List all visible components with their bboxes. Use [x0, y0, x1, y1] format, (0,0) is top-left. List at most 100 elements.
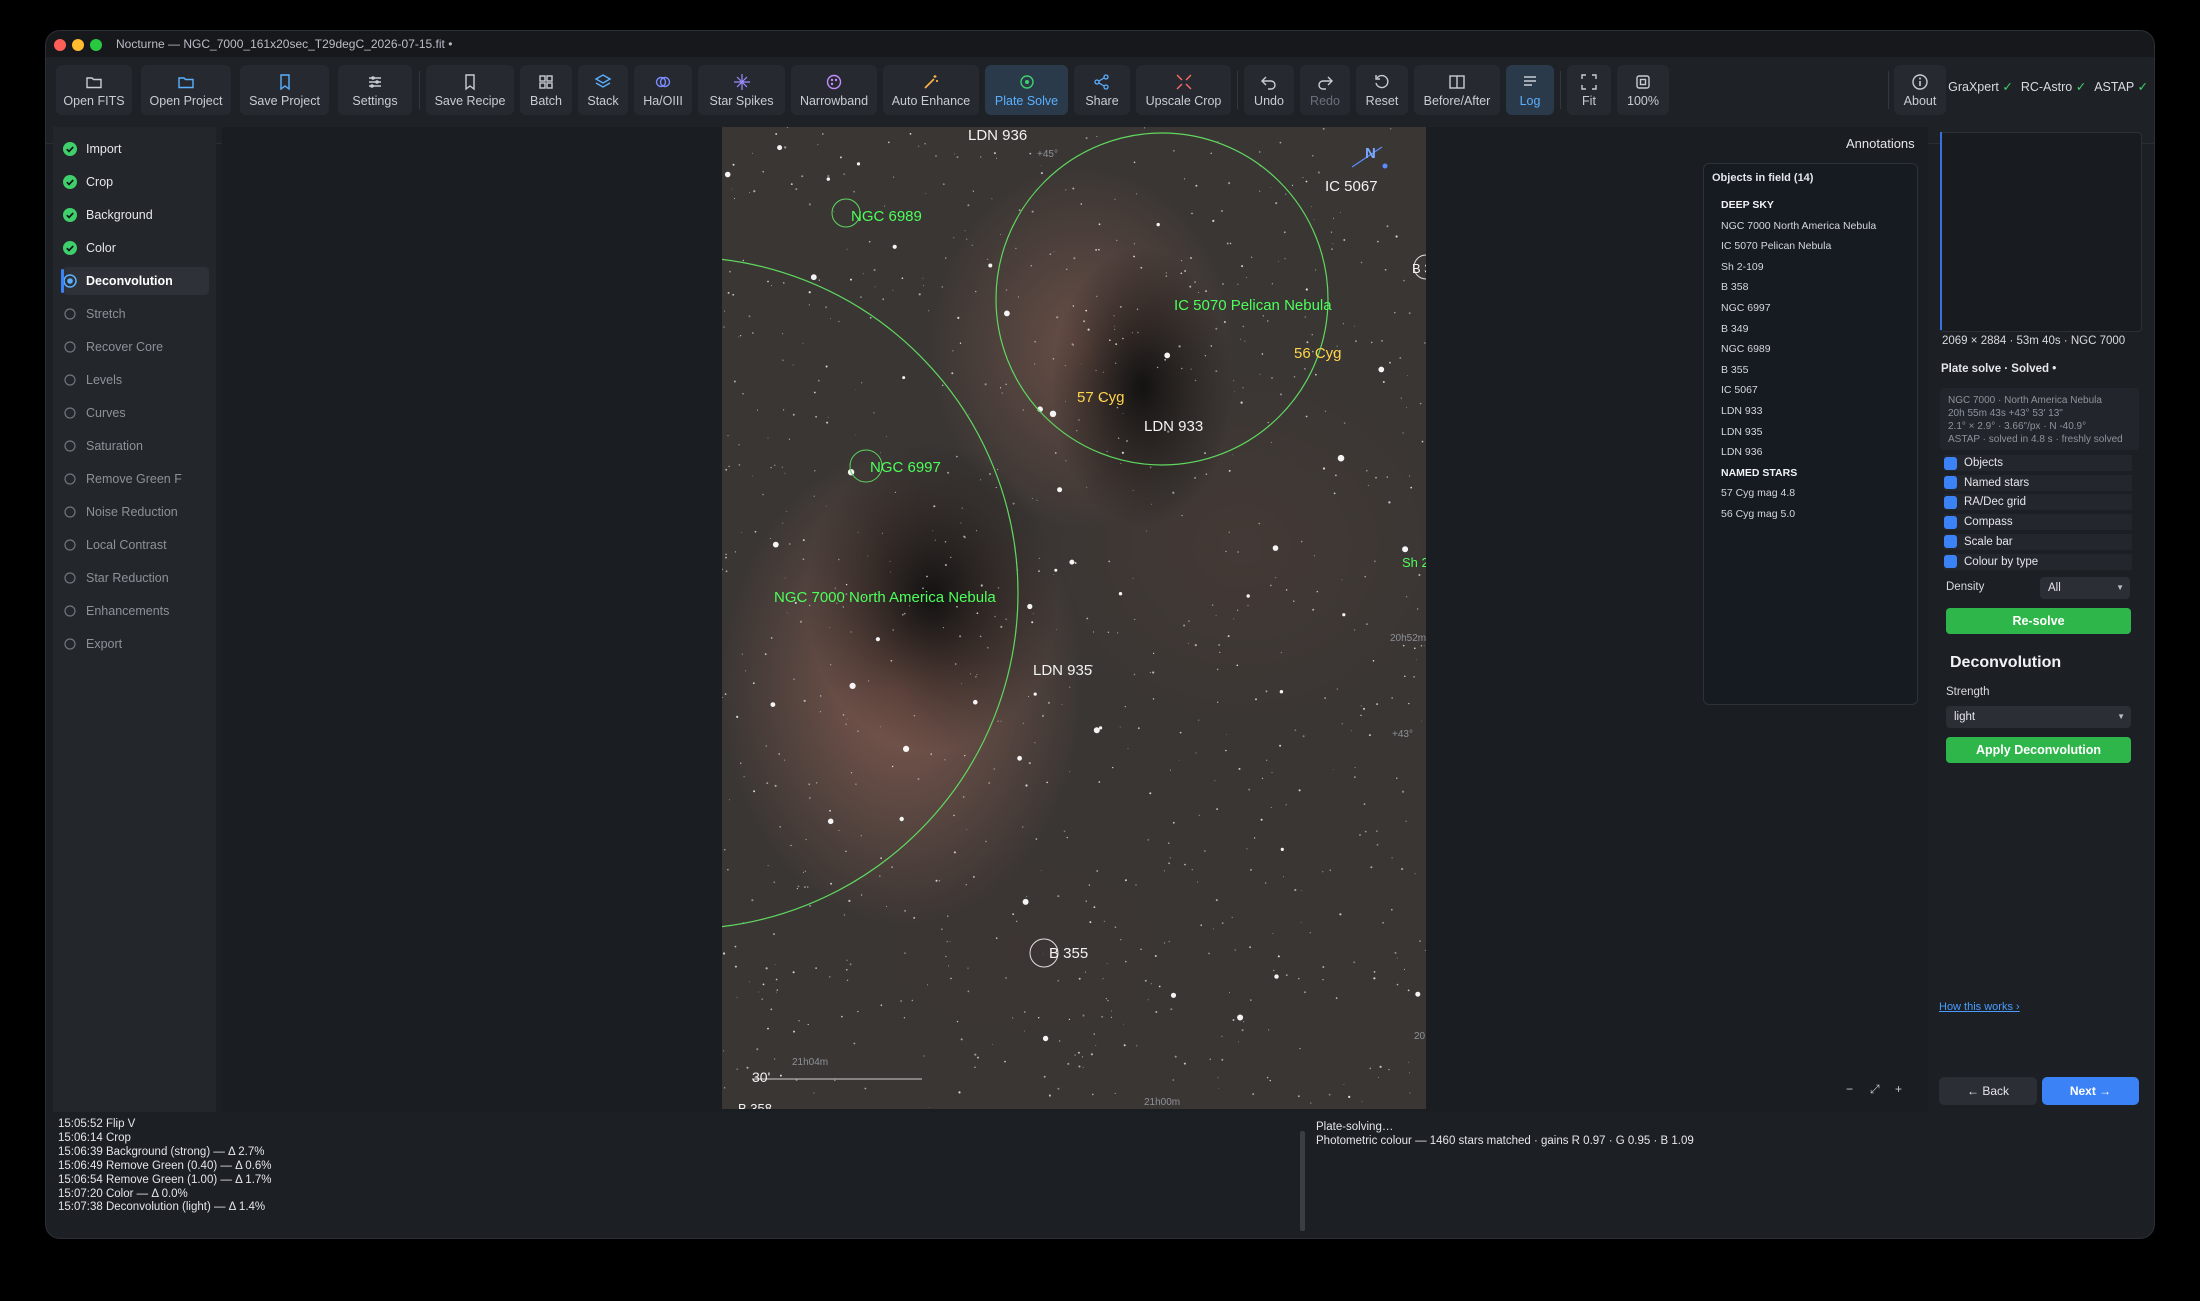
object-list-item[interactable]: LDN 935 — [1721, 426, 1762, 438]
step-color[interactable]: Color — [63, 234, 209, 262]
how-this-works-link[interactable]: How this works › — [1939, 1001, 2020, 1013]
astro-image[interactable]: LDN 936 NGC 6989 IC 5067 IC 5070 Pelican… — [722, 127, 1426, 1109]
star — [742, 393, 744, 395]
step-background[interactable]: Background — [63, 201, 209, 229]
step-levels[interactable]: Levels — [63, 366, 209, 394]
checkbox-compass[interactable]: Compass — [1944, 514, 2132, 531]
star — [945, 257, 947, 259]
step-noise-reduction[interactable]: Noise Reduction — [63, 498, 209, 526]
star-spikes-button[interactable]: Star Spikes — [698, 65, 785, 115]
object-list-item[interactable]: Sh 2-109 — [1721, 261, 1764, 273]
step-import[interactable]: Import — [63, 135, 209, 163]
checkbox-named-stars[interactable]: Named stars — [1944, 474, 2132, 491]
zoom-out-button[interactable]: − — [1846, 1082, 1853, 1096]
object-list-item[interactable]: 57 Cyg mag 4.8 — [1721, 487, 1795, 499]
star — [807, 1023, 809, 1026]
star — [880, 726, 881, 728]
star — [813, 495, 815, 497]
ha-oiii-button[interactable]: Ha/OIII — [634, 65, 692, 115]
star — [810, 274, 817, 281]
plate-solve-button[interactable]: Plate Solve — [985, 65, 1068, 115]
log-button[interactable]: Log — [1506, 65, 1554, 115]
star — [890, 571, 892, 573]
batch-button[interactable]: Batch — [520, 65, 572, 115]
share-button[interactable]: Share — [1074, 65, 1130, 115]
star — [1233, 618, 1235, 620]
zoom-100-button[interactable]: 100% — [1617, 65, 1669, 115]
resolve-button[interactable]: Re-solve — [1946, 608, 2131, 634]
star — [802, 342, 804, 344]
object-list-item[interactable]: IC 5067 — [1721, 384, 1758, 396]
undo-button[interactable]: Undo — [1244, 65, 1294, 115]
next-button[interactable]: Next → — [2042, 1077, 2139, 1105]
density-select[interactable]: All ▼ — [2040, 577, 2130, 599]
star — [827, 174, 830, 178]
star — [1247, 604, 1249, 607]
step-saturation[interactable]: Saturation — [63, 432, 209, 460]
step-local-contrast[interactable]: Local Contrast — [63, 531, 209, 559]
about-button[interactable]: About — [1894, 65, 1946, 115]
settings-button[interactable]: Settings — [338, 65, 412, 115]
object-list-item[interactable]: NGC 6989 — [1721, 343, 1771, 355]
star — [1305, 415, 1308, 418]
reset-button[interactable]: Reset — [1356, 65, 1408, 115]
pane-divider-handle[interactable] — [1300, 1131, 1305, 1231]
object-list-item[interactable]: B 355 — [1721, 364, 1748, 376]
star — [1297, 1095, 1300, 1098]
open-fits-button[interactable]: Open FITS — [56, 65, 132, 115]
step-stretch[interactable]: Stretch — [63, 300, 209, 328]
star — [1179, 731, 1182, 734]
step-recover-core[interactable]: Recover Core — [63, 333, 209, 361]
star — [954, 153, 956, 155]
step-export[interactable]: Export — [63, 630, 209, 658]
minimize-window-button[interactable] — [72, 39, 84, 51]
object-list-item[interactable]: NGC 6997 — [1721, 302, 1771, 314]
checkbox-colour-by-type[interactable]: Colour by type — [1944, 553, 2132, 570]
object-section-header: NAMED STARS — [1721, 466, 1798, 479]
star — [1077, 1051, 1080, 1054]
open-project-button[interactable]: Open Project — [141, 65, 231, 115]
checkbox-ra-dec-grid[interactable]: RA/Dec grid — [1944, 494, 2132, 511]
object-list-item[interactable]: 56 Cyg mag 5.0 — [1721, 508, 1795, 520]
object-list-item[interactable]: B 349 — [1721, 323, 1748, 335]
save-recipe-button[interactable]: Save Recipe — [426, 65, 514, 115]
close-window-button[interactable] — [54, 39, 66, 51]
fit-button[interactable]: Fit — [1567, 65, 1611, 115]
back-button[interactable]: ← Back — [1939, 1077, 2037, 1105]
object-list-item[interactable]: LDN 936 — [1721, 446, 1762, 458]
upscale-crop-button[interactable]: Upscale Crop — [1136, 65, 1231, 115]
narrowband-button[interactable]: Narrowband — [791, 65, 877, 115]
zoom-window-button[interactable] — [90, 39, 102, 51]
apply-deconvolution-button[interactable]: Apply Deconvolution — [1946, 737, 2131, 763]
save-project-button[interactable]: Save Project — [240, 65, 329, 115]
star — [1270, 807, 1272, 809]
before-after-button[interactable]: Before/After — [1414, 65, 1500, 115]
object-list-item[interactable]: B 358 — [1721, 281, 1748, 293]
object-list-item[interactable]: LDN 933 — [1721, 405, 1762, 417]
checkbox-objects[interactable]: Objects — [1944, 455, 2132, 471]
star — [1055, 629, 1057, 630]
stack-button[interactable]: Stack — [578, 65, 628, 115]
label-57cyg: 57 Cyg — [1077, 389, 1125, 406]
redo-button[interactable]: Redo — [1300, 65, 1350, 115]
checkbox-scale-bar[interactable]: Scale bar — [1944, 533, 2132, 550]
step-star-reduction[interactable]: Star Reduction — [63, 564, 209, 592]
auto-enhance-button[interactable]: Auto Enhance — [883, 65, 979, 115]
star — [761, 998, 764, 1001]
strength-select[interactable]: light ▼ — [1946, 706, 2131, 728]
star — [1049, 253, 1052, 256]
object-list-item[interactable]: IC 5070 Pelican Nebula — [1721, 240, 1831, 252]
step-remove-green-f[interactable]: Remove Green F — [63, 465, 209, 493]
step-deconvolution[interactable]: Deconvolution — [61, 267, 209, 295]
annotations-title: Annotations — [1846, 136, 1915, 151]
star — [1391, 697, 1394, 699]
star — [782, 333, 784, 335]
object-list-item[interactable]: NGC 7000 North America Nebula — [1721, 220, 1876, 232]
zoom-fit-button[interactable]: ⤢ — [1870, 1082, 1880, 1097]
step-curves[interactable]: Curves — [63, 399, 209, 427]
zoom-in-button[interactable]: + — [1895, 1082, 1902, 1096]
star — [1219, 651, 1221, 654]
step-crop[interactable]: Crop — [63, 168, 209, 196]
star — [845, 583, 848, 586]
step-enhancements[interactable]: Enhancements — [63, 597, 209, 625]
